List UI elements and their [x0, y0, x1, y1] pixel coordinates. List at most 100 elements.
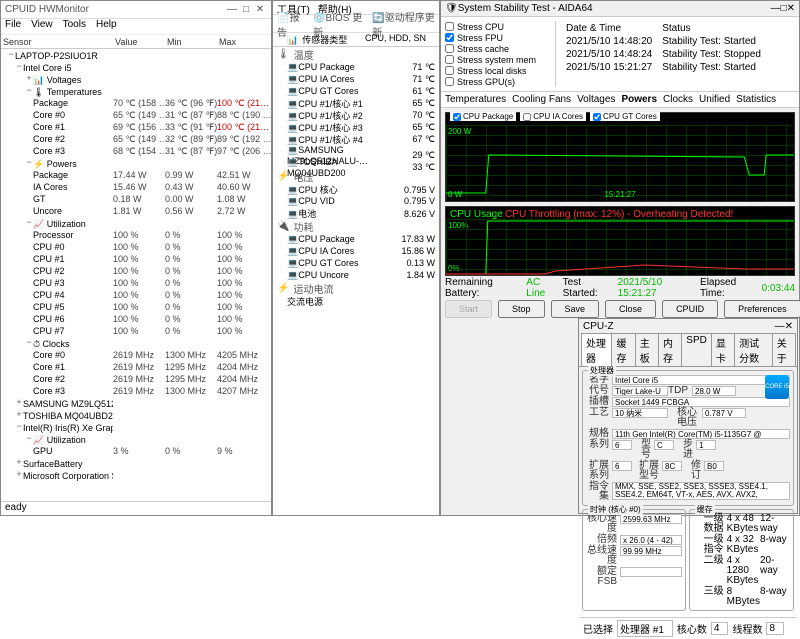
cpuz-window: CPU-Z — ✕ 处理器缓存主板内存SPD显卡测试分数关于 处理器 CORE …	[578, 318, 798, 514]
aida-icon: 🛡	[445, 3, 458, 14]
group-temperatures[interactable]: −🌡 Temperatures	[1, 85, 113, 98]
sensor-row: CPU #7100 %0 %100 %	[1, 325, 271, 337]
cpuz-titlebar[interactable]: CPU-Z — ✕	[579, 319, 797, 333]
col-sensor[interactable]: Sensor	[1, 37, 113, 47]
series-toggle[interactable]: CPU GT Cores	[590, 112, 660, 121]
hwmon-statusbar: eady	[1, 501, 271, 515]
col-min[interactable]: Min	[165, 37, 217, 47]
cpuz-footer: 已选择处理器 #1 核心数4 线程数8	[579, 617, 797, 639]
minimize-icon[interactable]: —	[775, 321, 785, 332]
mid-group-curr: ⚡运动电流	[273, 281, 439, 295]
sensor-row: CPU #2100 %0 %100 %	[1, 265, 271, 277]
minimize-icon[interactable]: —	[771, 3, 781, 14]
sensor-row: CPU #3100 %0 %100 %	[1, 277, 271, 289]
close-icon[interactable]: ✕	[787, 3, 795, 14]
menu-help[interactable]: Help	[96, 19, 117, 34]
graph-tab[interactable]: Clocks	[663, 94, 693, 105]
aida-title: System Stability Test - AIDA64	[458, 3, 771, 14]
mid-line: 💻CPU #1/核心 #365 ℃	[273, 121, 439, 133]
cpuz-tab[interactable]: 关于	[772, 333, 796, 366]
cache-row: 一级 指令4 x 32 KBytes8-way	[693, 535, 790, 555]
menu-tools[interactable]: Tools	[63, 19, 86, 34]
tree-cpu[interactable]: −Intel Core i5	[1, 61, 113, 73]
cpuz-title: CPU-Z	[583, 321, 775, 332]
stress-checkbox[interactable]: Stress GPU(s)	[445, 76, 555, 87]
sensor-row: CPU #5100 %0 %100 %	[1, 301, 271, 313]
graph-tab[interactable]: Powers	[621, 94, 657, 105]
mid-line: 💻CPU Package17.83 W	[273, 233, 439, 245]
mid-line-current: 交流电源	[273, 295, 439, 307]
sensor-row: CPU #0100 %0 %100 %	[1, 241, 271, 253]
group-gpu-util[interactable]: −📈 Utilization	[1, 433, 113, 446]
stress-checkbox[interactable]: Stress local disks	[445, 65, 555, 76]
sensor-row: Core #065 ℃ (149 …31 ℃ (87 ℉)88 ℃ (190 …	[1, 109, 271, 121]
stress-checkbox[interactable]: Stress cache	[445, 43, 555, 54]
aida-log: Date & TimeStatus 2021/5/10 14:48:20Stab…	[555, 21, 767, 87]
menu-file[interactable]: File	[5, 19, 21, 34]
hwmon-titlebar[interactable]: CPUID HWMonitor — □ ✕	[1, 1, 271, 19]
graph-tab[interactable]: Voltages	[577, 94, 615, 105]
graph-tab[interactable]: Cooling Fans	[512, 94, 571, 105]
sensor-row: CPU #1100 %0 %100 %	[1, 253, 271, 265]
hwmonitor-window: CPUID HWMonitor — □ ✕ File View Tools He…	[0, 0, 272, 516]
cpuz-tab[interactable]: 显卡	[711, 333, 735, 366]
tree-battery[interactable]: +SurfaceBattery	[1, 457, 113, 469]
stress-checkbox[interactable]: Stress FPU	[445, 32, 555, 43]
sensor-row: Core #368 ℃ (154 …31 ℃ (87 ℉)97 ℃ (206 …	[1, 145, 271, 157]
mid-line: 💻CPU 核心0.795 V	[273, 183, 439, 195]
tree-mscorp[interactable]: +Microsoft Corporation Surfa…	[1, 469, 113, 481]
hwmon-tree[interactable]: −LAPTOP-P2SIUO1R −Intel Core i5 +📊 Volta…	[1, 49, 271, 481]
group-clocks[interactable]: −⏱ Clocks	[1, 337, 113, 350]
battery-status: AC Line	[526, 277, 558, 299]
tree-system[interactable]: −LAPTOP-P2SIUO1R	[1, 49, 113, 61]
menu-view[interactable]: View	[31, 19, 53, 34]
cpuz-processor-group: 处理器 CORE i5 名字Intel Core i5 代号Tiger Lake…	[582, 370, 794, 506]
cpuz-tab[interactable]: SPD	[681, 333, 712, 366]
sensor-row: Package70 ℃ (158 …36 ℃ (96 ℉)100 ℃ (21…	[1, 97, 271, 109]
mid-line: 💻CPU Uncore1.84 W	[273, 269, 439, 281]
preferences-button[interactable]: Preferences	[724, 300, 800, 318]
cpuz-tab[interactable]: 处理器	[581, 333, 612, 366]
tree-hdd[interactable]: +TOSHIBA MQ04UBD200	[1, 409, 113, 421]
mid-line: 💻电池8.626 V	[273, 207, 439, 219]
start-button[interactable]: Start	[445, 300, 492, 318]
mid-line: 💻CPU #1/核心 #270 ℃	[273, 109, 439, 121]
cpuz-tab[interactable]: 测试分数	[734, 333, 773, 366]
mid-line: 💻CPU GT Cores0.13 W	[273, 257, 439, 269]
graph-tab[interactable]: Temperatures	[445, 94, 506, 105]
close-icon[interactable]: ✕	[253, 4, 267, 15]
power-graph: CPU PackageCPU IA CoresCPU GT Cores 200 …	[445, 112, 795, 202]
hdr-left[interactable]: 📊传感器类型	[273, 33, 361, 46]
col-max[interactable]: Max	[217, 37, 273, 47]
hwmon-menubar: File View Tools Help	[1, 19, 271, 35]
graph-tab[interactable]: Unified	[699, 94, 730, 105]
sensor-row: Core #32619 MHz1300 MHz4207 MHz	[1, 385, 271, 397]
stress-checkbox[interactable]: Stress system mem	[445, 54, 555, 65]
col-value[interactable]: Value	[113, 37, 165, 47]
mid-line: 💻CPU GT Cores61 ℃	[273, 85, 439, 97]
group-powers[interactable]: −⚡ Powers	[1, 157, 113, 170]
aida-titlebar[interactable]: 🛡 System Stability Test - AIDA64 — □ ✕	[441, 1, 799, 17]
close-button[interactable]: Close	[605, 300, 656, 318]
cpuid-button[interactable]: CPUID	[662, 300, 718, 318]
cpu-usage-graph: CPU Usage CPU Throttling (max: 12%) - Ov…	[445, 206, 795, 276]
cpuz-tab[interactable]: 内存	[658, 333, 682, 366]
group-utilization[interactable]: −📈 Utilization	[1, 217, 113, 230]
minimize-icon[interactable]: —	[225, 4, 239, 15]
series-toggle[interactable]: CPU IA Cores	[520, 112, 586, 121]
cpuz-tab[interactable]: 主板	[635, 333, 659, 366]
cache-row: 三级8 MBytes8-way	[693, 587, 790, 607]
tree-gpu[interactable]: −Intel(R) Iris(R) Xe Graphics	[1, 421, 113, 433]
tree-ssd[interactable]: +SAMSUNG MZ9LQ512HALU-…	[1, 397, 113, 409]
cpu-name: Intel Core i5	[612, 375, 790, 385]
close-icon[interactable]: ✕	[785, 321, 793, 332]
sensor-row: Package17.44 W0.99 W42.51 W	[1, 169, 271, 181]
stop-button[interactable]: Stop	[498, 300, 545, 318]
cpu-select[interactable]: 处理器 #1	[617, 620, 673, 637]
save-button[interactable]: Save	[551, 300, 600, 318]
maximize-icon[interactable]: □	[239, 4, 253, 15]
stress-checkbox[interactable]: Stress CPU	[445, 21, 555, 32]
series-toggle[interactable]: CPU Package	[450, 112, 516, 121]
graph-tab[interactable]: Statistics	[736, 94, 776, 105]
cpuz-tab[interactable]: 缓存	[611, 333, 635, 366]
